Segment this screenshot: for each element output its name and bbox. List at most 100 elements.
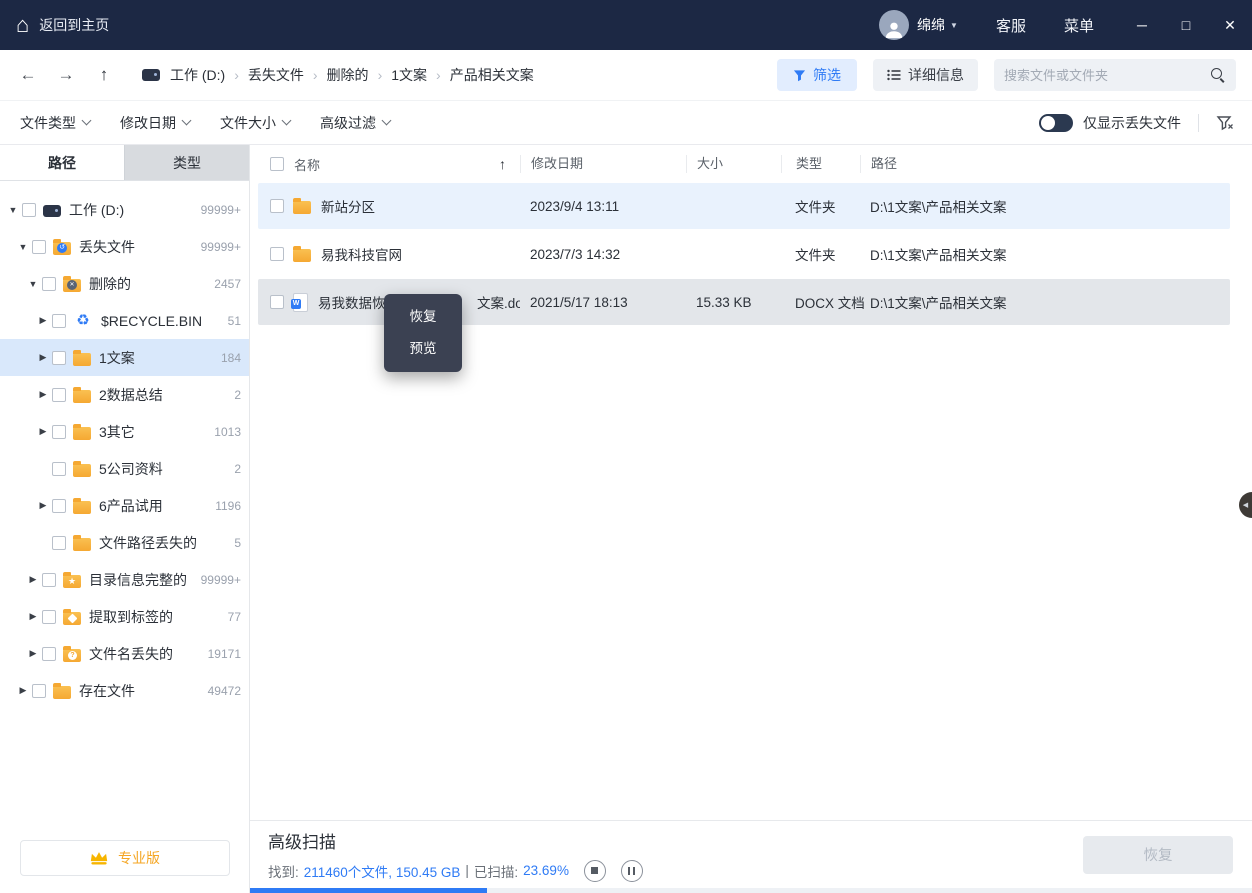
- context-menu-item[interactable]: 恢复: [384, 301, 462, 333]
- tree-item[interactable]: ▼工作 (D:)99999+: [0, 191, 249, 228]
- home-icon[interactable]: ⌂: [16, 14, 29, 36]
- checkbox[interactable]: [42, 573, 56, 587]
- minimize-button[interactable]: ─: [1120, 0, 1164, 50]
- tree-item[interactable]: 文件路径丢失的5: [0, 524, 249, 561]
- column-path[interactable]: 路径: [860, 155, 1252, 173]
- expander-right-icon[interactable]: ▶: [36, 500, 50, 511]
- column-size[interactable]: 大小: [686, 155, 781, 173]
- checkbox[interactable]: [52, 351, 66, 365]
- tree-item[interactable]: ▶♻$RECYCLE.BIN51: [0, 302, 249, 339]
- close-button[interactable]: ✕: [1208, 0, 1252, 50]
- support-link[interactable]: 客服: [996, 15, 1026, 36]
- expander-right-icon[interactable]: ▶: [36, 389, 50, 400]
- filter-dropdown[interactable]: 文件类型: [20, 113, 90, 133]
- context-menu-item[interactable]: 预览: [384, 333, 462, 365]
- column-name[interactable]: 名称: [294, 155, 320, 174]
- filter-button[interactable]: 筛选: [777, 59, 857, 91]
- checkbox[interactable]: [42, 610, 56, 624]
- checkbox[interactable]: [32, 684, 46, 698]
- docx-icon: [293, 293, 308, 312]
- tree-item[interactable]: ▶存在文件49472: [0, 672, 249, 709]
- checkbox[interactable]: [52, 462, 66, 476]
- checkbox[interactable]: [270, 295, 284, 309]
- tree-item[interactable]: ▶3其它1013: [0, 413, 249, 450]
- details-button[interactable]: 详细信息: [873, 59, 978, 91]
- drive-icon: [43, 205, 61, 217]
- breadcrumb-item[interactable]: 丢失文件: [248, 65, 304, 85]
- tree-item[interactable]: ▶1文案184: [0, 339, 249, 376]
- scan-status-block: 高级扫描 找到: 211460个文件, 150.45 GB | 已扫描: 23.…: [268, 828, 643, 882]
- column-date[interactable]: 修改日期: [520, 155, 686, 173]
- checkbox[interactable]: [270, 199, 284, 213]
- file-row[interactable]: 新站分区2023/9/4 13:11文件夹D:\1文案\产品相关文案: [258, 183, 1230, 229]
- expander-right-icon[interactable]: ▶: [36, 352, 50, 363]
- file-row[interactable]: 易我科技官网2023/7/3 14:32文件夹D:\1文案\产品相关文案: [258, 231, 1230, 277]
- pause-button[interactable]: [621, 860, 643, 882]
- avatar[interactable]: [879, 10, 909, 40]
- tree-item[interactable]: ▶2数据总结2: [0, 376, 249, 413]
- checkbox[interactable]: [42, 277, 56, 291]
- menu-link[interactable]: 菜单: [1064, 15, 1094, 36]
- filter-dropdown[interactable]: 文件大小: [220, 113, 290, 133]
- search-icon[interactable]: [1210, 67, 1226, 83]
- checkbox[interactable]: [52, 314, 66, 328]
- checkbox[interactable]: [32, 240, 46, 254]
- scanned-value: 23.69%: [523, 863, 569, 878]
- breadcrumb-item[interactable]: 工作 (D:): [170, 65, 225, 85]
- checkbox[interactable]: [42, 647, 56, 661]
- expander-right-icon[interactable]: ▶: [26, 574, 40, 585]
- recover-button[interactable]: 恢复: [1083, 836, 1233, 874]
- column-type[interactable]: 类型: [781, 155, 860, 173]
- sort-ascending-icon[interactable]: ↑: [499, 156, 506, 172]
- expander-right-icon[interactable]: ▶: [36, 426, 50, 437]
- lost-files-toggle[interactable]: [1039, 114, 1073, 132]
- username[interactable]: 绵绵: [917, 15, 945, 35]
- expander-down-icon[interactable]: ▼: [16, 242, 30, 252]
- upgrade-button[interactable]: 专业版: [20, 840, 230, 876]
- tree-item[interactable]: ▶提取到标签的77: [0, 598, 249, 635]
- search-input[interactable]: [1004, 68, 1210, 83]
- expander-down-icon[interactable]: ▼: [6, 205, 20, 215]
- checkbox[interactable]: [52, 388, 66, 402]
- expander-down-icon[interactable]: ▼: [26, 279, 40, 289]
- breadcrumb-item[interactable]: 1文案: [391, 65, 427, 85]
- checkbox[interactable]: [270, 247, 284, 261]
- tab-path[interactable]: 路径: [0, 145, 125, 180]
- list-icon: [887, 69, 901, 81]
- breadcrumb-item[interactable]: 删除的: [327, 65, 369, 85]
- expander-right-icon[interactable]: ▶: [36, 315, 50, 326]
- file-path: D:\1文案\产品相关文案: [860, 244, 1230, 264]
- tree-item[interactable]: ▼删除的2457: [0, 265, 249, 302]
- checkbox[interactable]: [52, 536, 66, 550]
- user-dropdown-icon[interactable]: ▼: [950, 21, 958, 30]
- chevron-down-icon: [282, 116, 292, 126]
- navigation-bar: ← → ↑ 工作 (D:)›丢失文件›删除的›1文案›产品相关文案 筛选 详细信…: [0, 50, 1252, 100]
- filter-dropdown[interactable]: 高级过滤: [320, 113, 390, 133]
- tree-item[interactable]: ▼丢失文件99999+: [0, 228, 249, 265]
- expander-right-icon[interactable]: ▶: [26, 648, 40, 659]
- tree-item[interactable]: ▶目录信息完整的99999+: [0, 561, 249, 598]
- select-all-checkbox[interactable]: [270, 157, 284, 171]
- tree-item[interactable]: ▶6产品试用1196: [0, 487, 249, 524]
- tree-item[interactable]: 5公司资料2: [0, 450, 249, 487]
- stop-button[interactable]: [584, 860, 606, 882]
- back-button[interactable]: ←: [16, 65, 40, 85]
- chevron-down-icon: [182, 116, 192, 126]
- forward-button[interactable]: →: [54, 65, 78, 85]
- checkbox[interactable]: [52, 425, 66, 439]
- maximize-button[interactable]: □: [1164, 0, 1208, 50]
- tree-item[interactable]: ▶文件名丢失的19171: [0, 635, 249, 672]
- back-to-home-link[interactable]: 返回到主页: [39, 15, 109, 35]
- expander-right-icon[interactable]: ▶: [26, 611, 40, 622]
- expander-right-icon[interactable]: ▶: [16, 685, 30, 696]
- up-button[interactable]: ↑: [92, 65, 116, 85]
- scan-status-line: 找到: 211460个文件, 150.45 GB | 已扫描: 23.69%: [268, 860, 643, 882]
- reset-filter-icon[interactable]: [1216, 115, 1234, 131]
- breadcrumb-item[interactable]: 产品相关文案: [450, 65, 534, 85]
- user-icon: [883, 18, 905, 40]
- titlebar: ⌂ 返回到主页 绵绵 ▼ 客服 菜单 ─ □ ✕: [0, 0, 1252, 50]
- checkbox[interactable]: [22, 203, 36, 217]
- tab-type[interactable]: 类型: [125, 145, 249, 180]
- filter-dropdown[interactable]: 修改日期: [120, 113, 190, 133]
- checkbox[interactable]: [52, 499, 66, 513]
